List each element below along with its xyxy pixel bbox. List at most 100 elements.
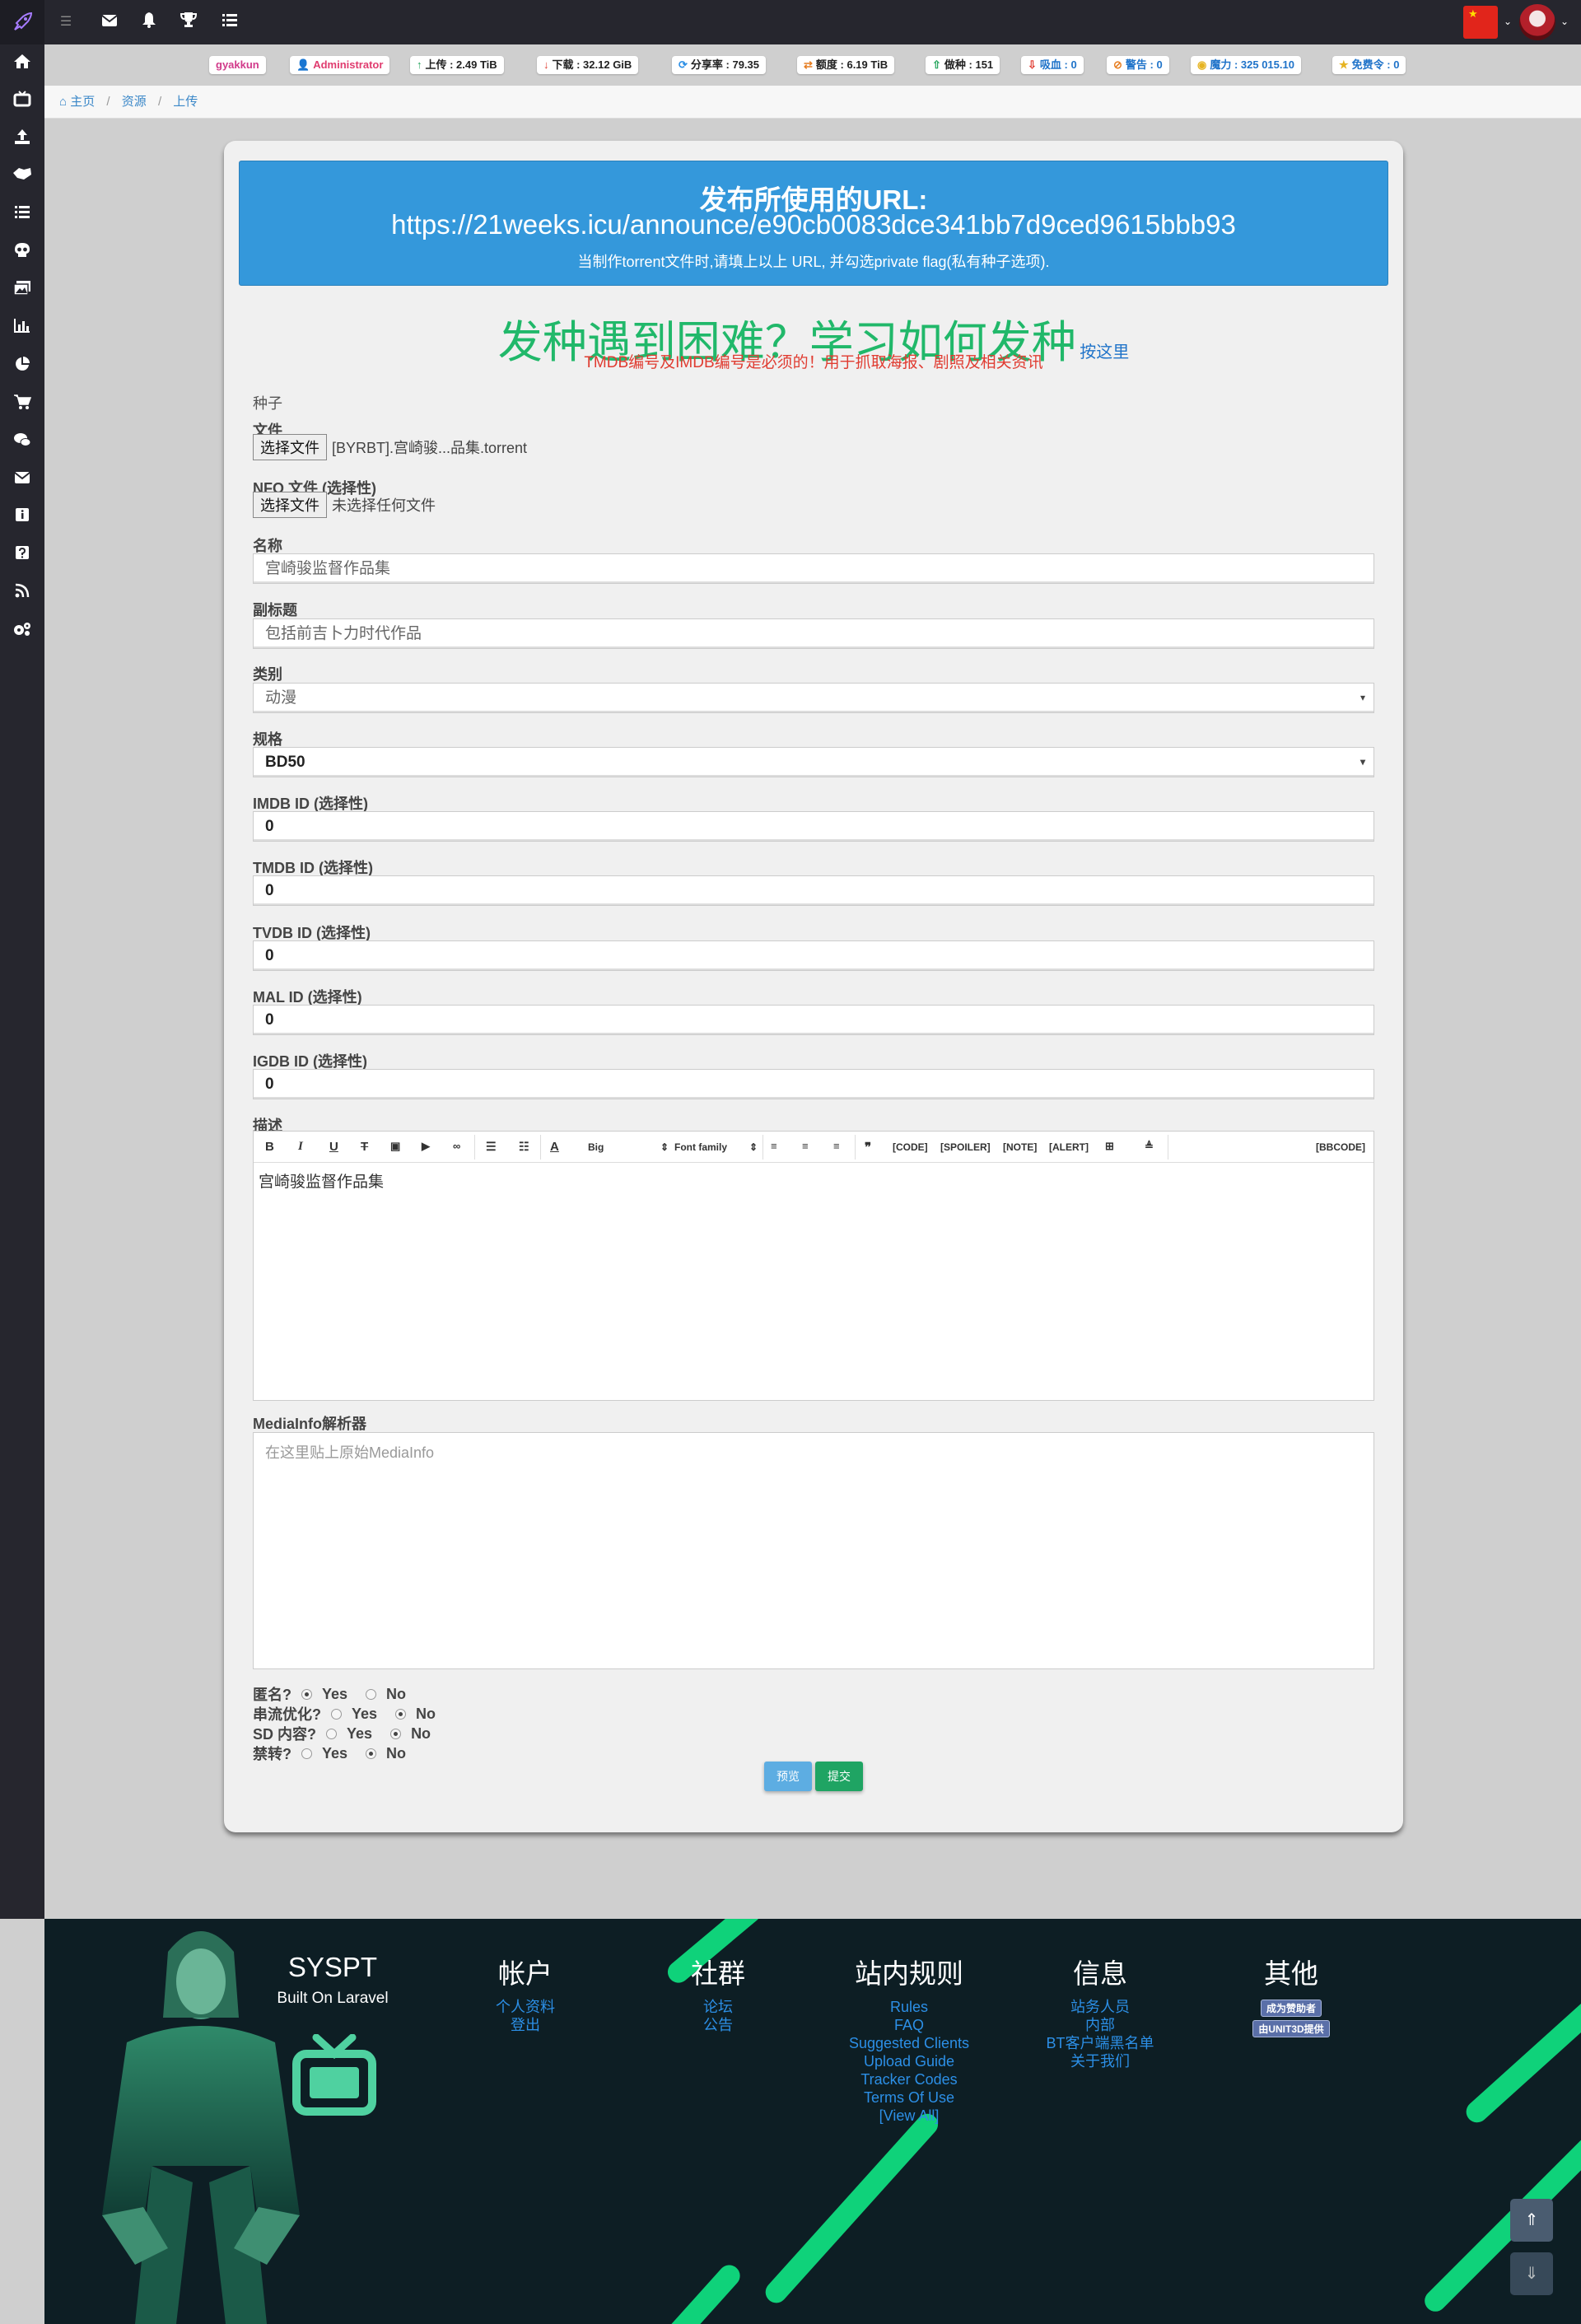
choose-file-button[interactable]: 选择文件 — [253, 434, 327, 460]
envelope-icon[interactable] — [99, 12, 120, 33]
cogs-icon[interactable] — [12, 621, 33, 642]
home-icon[interactable] — [12, 53, 33, 74]
skull-icon[interactable] — [12, 242, 33, 264]
client-blacklist-link[interactable]: BT客户端黑名单 — [1018, 2034, 1182, 2052]
scroll-bottom-button[interactable]: ⇓ — [1510, 2252, 1553, 2295]
rules-link[interactable]: Rules — [827, 1998, 991, 2016]
category-select[interactable]: 动漫 ▾ — [253, 683, 1374, 713]
strikethrough-button[interactable]: T — [361, 1140, 368, 1154]
warnings-stat[interactable]: ⊘ 警告 : 0 — [1107, 56, 1169, 74]
align-left-icon[interactable]: ≡ — [771, 1140, 777, 1152]
choose-nfo-button[interactable]: 选择文件 — [253, 492, 327, 518]
font-size-select[interactable]: Big — [588, 1141, 604, 1153]
staff-link[interactable]: 站务人员 — [1018, 1998, 1182, 2016]
seeding-stat[interactable]: ⇧ 做种 : 151 — [926, 56, 1000, 74]
chevron-down-icon[interactable]: ⌄ — [1560, 16, 1569, 27]
bullet-list-icon[interactable]: ☰ — [486, 1140, 497, 1154]
internal-no-radio[interactable] — [366, 1748, 377, 1759]
internal-yes-radio[interactable] — [301, 1748, 312, 1759]
upload-guide-link[interactable]: Upload Guide — [827, 2052, 991, 2070]
breadcrumb-home[interactable]: 主页 — [70, 95, 95, 109]
sd-no-radio[interactable] — [390, 1728, 402, 1739]
tvdb-input[interactable]: 0 — [253, 940, 1374, 971]
breadcrumb-torrents[interactable]: 资源 — [122, 95, 147, 109]
nfo-file-input[interactable]: 选择文件 未选择任何文件 — [253, 492, 436, 518]
about-link[interactable]: 关于我们 — [1018, 2052, 1182, 2070]
submit-button[interactable]: 提交 — [815, 1762, 863, 1791]
stream-yes-radio[interactable] — [331, 1708, 342, 1720]
avatar[interactable] — [1519, 4, 1555, 40]
envelope-icon[interactable] — [12, 469, 33, 491]
numbered-list-icon[interactable]: ☷ — [519, 1140, 529, 1154]
quote-icon[interactable]: ❞ — [865, 1140, 871, 1155]
tmdb-input[interactable]: 0 — [253, 875, 1374, 906]
anonymous-no-radio[interactable] — [366, 1688, 377, 1700]
table-icon[interactable]: ⊞ — [1105, 1140, 1114, 1153]
italic-button[interactable]: I — [298, 1140, 303, 1154]
comments-icon[interactable] — [12, 432, 33, 453]
igdb-input[interactable]: 0 — [253, 1069, 1374, 1099]
align-right-icon[interactable]: ≡ — [833, 1140, 840, 1152]
sd-yes-radio[interactable] — [326, 1728, 338, 1739]
donate-badge[interactable]: 成为赞助者 — [1260, 2000, 1322, 2017]
preview-button[interactable]: 预览 — [764, 1762, 812, 1791]
scroll-top-button[interactable]: ⇑ — [1510, 2199, 1553, 2242]
font-family-select[interactable]: Font family — [674, 1141, 727, 1153]
bell-icon[interactable] — [138, 12, 160, 33]
suggested-clients-link[interactable]: Suggested Clients — [827, 2034, 991, 2052]
forum-link[interactable]: 论坛 — [636, 1998, 800, 2016]
freeleech-stat[interactable]: ★ 免费令 : 0 — [1332, 56, 1406, 74]
trophy-icon[interactable] — [178, 12, 199, 33]
upload-icon[interactable] — [12, 128, 33, 150]
view-all-link[interactable]: [View All] — [827, 2107, 991, 2125]
align-center-icon[interactable]: ≡ — [802, 1140, 809, 1152]
list-icon[interactable] — [12, 204, 33, 226]
name-input[interactable]: 宫崎骏监督作品集 — [253, 553, 1374, 584]
type-select[interactable]: BD50 ▾ — [253, 747, 1374, 777]
chevron-down-icon[interactable]: ⌄ — [1504, 16, 1512, 27]
menu-icon[interactable]: ☰ — [55, 12, 77, 33]
announce-url[interactable]: https://21weeks.icu/announce/e90cb0083dc… — [240, 209, 1387, 240]
images-icon[interactable] — [12, 280, 33, 301]
torrent-file-input[interactable]: 选择文件 [BYRBT].宫崎骏...品集.torrent — [253, 434, 527, 460]
username-badge[interactable]: gyakkun — [209, 56, 266, 74]
question-icon[interactable] — [12, 545, 33, 567]
youtube-icon[interactable]: ▶ — [422, 1140, 430, 1153]
rss-icon[interactable] — [12, 583, 33, 604]
bold-button[interactable]: B — [265, 1140, 274, 1154]
bbcode-toggle-button[interactable]: [BBCODE] — [1316, 1141, 1365, 1153]
anonymous-yes-radio[interactable] — [301, 1688, 312, 1700]
internal-link[interactable]: 内部 — [1018, 2016, 1182, 2034]
bonus-stat[interactable]: ◉ 魔力 : 325 015.10 — [1191, 56, 1301, 74]
code-button[interactable]: [CODE] — [893, 1141, 928, 1153]
description-editor[interactable]: B I U T ▣ ▶ ∞ ☰ ☷ A Big ⇕ Font family ⇕ … — [253, 1131, 1374, 1401]
breadcrumb-upload[interactable]: 上传 — [173, 95, 198, 109]
powered-by-badge[interactable]: 由UNIT3D提供 — [1252, 2020, 1330, 2037]
terms-link[interactable]: Terms Of Use — [827, 2088, 991, 2107]
underline-button[interactable]: U — [329, 1140, 338, 1154]
faq-link[interactable]: FAQ — [827, 2016, 991, 2034]
info-icon[interactable] — [12, 507, 33, 529]
bar-chart-icon[interactable] — [12, 318, 33, 339]
image-icon[interactable]: ▣ — [390, 1140, 400, 1153]
profile-link[interactable]: 个人资料 — [443, 1998, 608, 2016]
tracker-codes-link[interactable]: Tracker Codes — [827, 2070, 991, 2088]
note-button[interactable]: [NOTE] — [1003, 1141, 1037, 1153]
china-flag-icon[interactable] — [1463, 6, 1498, 39]
link-icon[interactable]: ∞ — [453, 1140, 460, 1152]
text-direction-icon[interactable]: ≜ — [1145, 1140, 1154, 1153]
handshake-icon[interactable] — [12, 166, 33, 188]
pie-chart-icon[interactable] — [12, 356, 33, 377]
description-content[interactable]: 宫崎骏监督作品集 — [259, 1169, 384, 1192]
cart-icon[interactable] — [12, 394, 33, 415]
logout-link[interactable]: 登出 — [443, 2016, 608, 2034]
text-color-icon[interactable]: A — [550, 1140, 559, 1154]
tv-icon[interactable] — [12, 91, 33, 112]
leeching-stat[interactable]: ⇩ 吸血 : 0 — [1021, 56, 1084, 74]
subtitle-input[interactable]: 包括前吉卜力时代作品 — [253, 618, 1374, 649]
announcements-link[interactable]: 公告 — [636, 2016, 800, 2034]
alert-button[interactable]: [ALERT] — [1049, 1141, 1089, 1153]
mal-input[interactable]: 0 — [253, 1005, 1374, 1035]
stream-no-radio[interactable] — [395, 1708, 407, 1720]
imdb-input[interactable]: 0 — [253, 811, 1374, 842]
